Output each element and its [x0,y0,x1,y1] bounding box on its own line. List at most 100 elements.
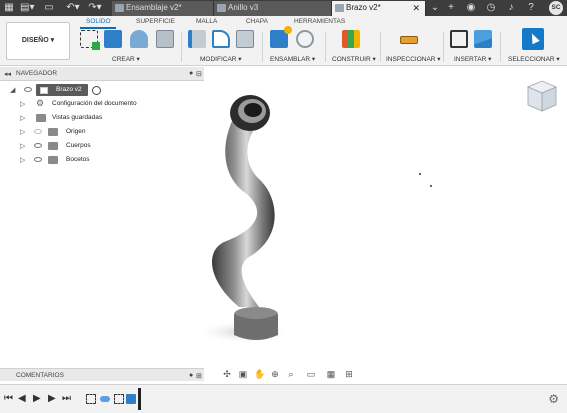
grid-menu-icon[interactable]: ▦ [4,2,14,14]
orbit-icon[interactable]: ✣ [222,369,232,379]
measure-icon[interactable] [400,36,418,44]
point-marker [430,185,432,187]
design-icon [217,4,226,12]
extrude-feature-icon[interactable] [126,394,136,404]
chevron-down-icon[interactable]: ⌄ [430,2,440,14]
save-icon[interactable]: ▭ [44,2,54,14]
tree-item-label: Origen [66,128,86,135]
panel-menu-icon[interactable]: ● [189,70,193,77]
expand-right-icon[interactable]: ▷ [20,128,25,136]
help-icon[interactable]: ? [526,2,536,14]
play-icon[interactable]: ▶ [33,393,41,405]
viewcube[interactable] [522,77,558,117]
tab-ensamblaje[interactable]: Ensamblaje v2* [112,1,214,16]
ring-hole [244,103,262,117]
file-icon[interactable]: ▤▾ [20,2,34,14]
group-ensamblar[interactable]: ENSAMBLAR ▾ [270,55,315,63]
design-icon [335,4,344,12]
group-insertar[interactable]: INSERTAR ▾ [454,55,491,63]
timeline: ⏮ ◀ ▶ ▶ ⏭ ⚙ [0,384,567,413]
eye-icon[interactable] [34,143,42,148]
tree-item-vistas[interactable]: ▷ Vistas guardadas [0,112,204,125]
group-modificar[interactable]: MODIFICAR ▾ [200,55,242,63]
revolve-icon[interactable] [130,30,148,48]
chamfer-icon[interactable] [236,30,254,48]
expand-right-icon[interactable]: ▷ [20,114,25,122]
redo-icon[interactable]: ↷▾ [88,2,102,14]
box-icon[interactable] [156,30,174,48]
pan-icon[interactable]: ✋ [254,369,265,379]
activate-radio-icon[interactable] [92,86,101,95]
clock-icon[interactable]: ◷ [486,2,496,14]
model-canvas[interactable] [196,67,567,367]
group-construir[interactable]: CONSTRUIR ▾ [332,55,376,63]
tree-item-label: Bocetos [66,156,90,163]
eye-hidden-icon[interactable] [34,129,42,134]
select-icon[interactable] [522,28,544,50]
tree-root[interactable]: ◢ Brazo v2 [0,84,204,97]
tab-herramientas[interactable]: HERRAMIENTAS [294,18,345,25]
globe-icon[interactable]: ◉ [466,2,476,14]
zoom-window-icon[interactable]: ⌕ [286,369,296,379]
extrude-icon[interactable] [104,30,122,48]
eye-icon[interactable] [24,87,32,92]
tree-item-config[interactable]: ▷ ⚙ Configuración del documento [0,98,204,111]
grid-settings-icon[interactable]: ▦ [326,369,336,379]
look-at-icon[interactable]: ▣ [238,369,248,379]
create-sketch-icon[interactable] [80,30,100,50]
tree-item-cuerpos[interactable]: ▷ Cuerpos [0,140,204,153]
insert-image-icon[interactable] [474,30,492,48]
comments-panel[interactable]: COMENTARIOS ● ⊞ [0,368,204,381]
tab-anillo[interactable]: Anillo v3 [214,1,332,16]
group-seleccionar[interactable]: SELECCIONAR ▾ [508,55,560,63]
tab-chapa[interactable]: CHAPA [246,18,268,25]
divider [325,32,326,62]
step-back-icon[interactable]: ◀ [18,393,26,405]
timeline-marker[interactable] [138,388,141,410]
avatar[interactable]: SC [549,1,563,15]
insert-derive-icon[interactable] [450,30,468,48]
comments-title: COMENTARIOS [16,372,64,379]
plus-icon[interactable]: + [446,2,456,14]
expand-down-icon[interactable]: ◢ [10,86,15,94]
step-forward-icon[interactable]: ▶ [48,393,56,405]
zoom-icon[interactable]: ⊕ [270,369,280,379]
fillet-icon[interactable] [212,30,230,48]
tab-malla[interactable]: MALLA [196,18,217,25]
undo-icon[interactable]: ↶▾ [66,2,80,14]
brazo-body[interactable] [212,117,275,307]
bell-icon[interactable]: ♪ [506,2,516,14]
group-inspeccionar[interactable]: INSPECCIONAR ▾ [386,55,441,63]
group-crear[interactable]: CREAR ▾ [112,55,140,63]
offset-plane-icon[interactable] [342,30,360,48]
new-component-icon[interactable] [270,26,292,48]
canvas-viewport[interactable] [196,67,567,367]
panel-expand-icon[interactable]: ⊟ [196,70,202,78]
expand-right-icon[interactable]: ▷ [20,100,25,108]
collapse-panel-icon[interactable]: ◂◂ [4,70,11,78]
sweep-feature-icon[interactable] [100,396,110,402]
eye-icon[interactable] [34,157,42,162]
expand-right-icon[interactable]: ▷ [20,142,25,150]
toolbar-ribbon: DISEÑO ▾ SOLIDO SUPERFICIE MALLA CHAPA H… [0,16,567,66]
expand-right-icon[interactable]: ▷ [20,156,25,164]
go-to-start-icon[interactable]: ⏮ [4,393,13,405]
sketch-feature-icon[interactable] [86,394,96,404]
tab-solido[interactable]: SOLIDO [86,18,111,25]
panel-expand-icon[interactable]: ⊞ [196,372,202,380]
tab-brazo[interactable]: Brazo v2* ✕ [332,1,426,16]
press-pull-icon[interactable] [188,30,206,48]
viewports-icon[interactable]: ⊞ [344,369,354,379]
joint-icon[interactable] [296,30,314,48]
title-tab-bar: ▦ ▤▾ ▭ ↶▾ ↷▾ Ensamblaje v2* Anillo v3 Br… [0,0,567,16]
go-to-end-icon[interactable]: ⏭ [62,393,71,405]
tree-item-origen[interactable]: ▷ Origen [0,126,204,139]
tree-item-bocetos[interactable]: ▷ Bocetos [0,154,204,167]
display-settings-icon[interactable]: ▭ [306,369,316,379]
gear-icon[interactable]: ⚙ [548,392,559,406]
sketch-feature-icon[interactable] [114,394,124,404]
workspace-selector[interactable]: DISEÑO ▾ [6,22,70,60]
tab-superficie[interactable]: SUPERFICIE [136,18,175,25]
close-icon[interactable]: ✕ [412,1,420,15]
panel-menu-icon[interactable]: ● [189,372,193,379]
